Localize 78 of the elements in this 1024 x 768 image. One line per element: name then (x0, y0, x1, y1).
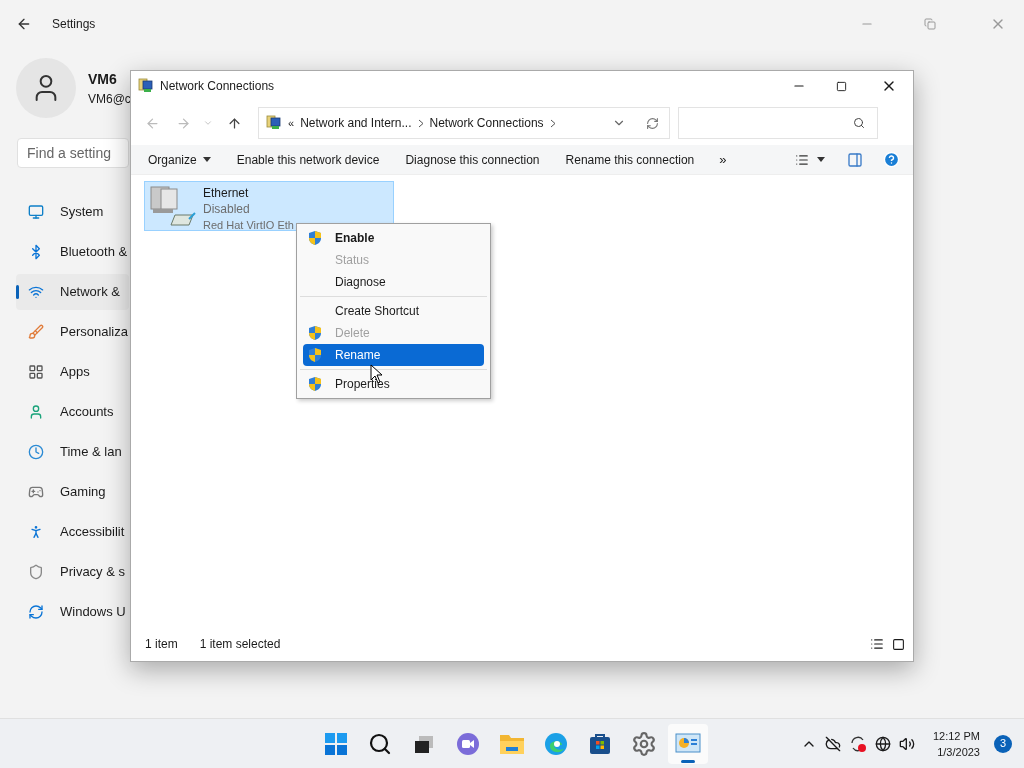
sync-error-icon[interactable] (848, 734, 867, 753)
uac-shield-icon (307, 347, 323, 363)
up-icon[interactable] (227, 115, 242, 131)
wifi-icon (28, 284, 44, 300)
help-icon[interactable] (883, 151, 900, 168)
nav-item[interactable]: Bluetooth & (16, 234, 129, 270)
nav-item[interactable]: Apps (16, 354, 129, 390)
network-connections-icon[interactable] (675, 732, 701, 755)
menu-item[interactable]: Properties (303, 373, 484, 395)
command-button[interactable]: Rename this connection (554, 145, 706, 174)
search-field[interactable] (678, 107, 878, 139)
address-bar[interactable]: « Network and Intern... Network Connections (258, 107, 670, 139)
nav-item[interactable]: Gaming (16, 474, 129, 510)
notification-badge[interactable]: 3 (994, 734, 1012, 753)
back-icon[interactable] (16, 16, 32, 32)
window-title: Network Connections (160, 78, 275, 95)
monitor-icon (28, 204, 44, 220)
nav-item[interactable]: System (16, 194, 129, 230)
store-icon[interactable] (588, 731, 612, 756)
update-icon (28, 604, 44, 620)
settings-icon[interactable] (631, 730, 657, 757)
chat-icon[interactable] (456, 731, 480, 756)
command-button[interactable]: Enable this network device (225, 145, 391, 174)
user-name: VM6 (88, 69, 118, 89)
more-commands-button[interactable]: » (709, 145, 737, 174)
nav-item[interactable]: Network & (16, 274, 129, 310)
refresh-icon[interactable] (646, 116, 659, 130)
cloud-off-icon[interactable] (824, 735, 841, 752)
network-adapter-icon (149, 185, 197, 229)
connection-status: Disabled (203, 201, 251, 217)
uac-shield-icon (307, 325, 323, 341)
search-field[interactable]: Find a setting (17, 138, 129, 168)
brush-icon (28, 324, 44, 340)
chevron-icon[interactable] (417, 118, 424, 128)
window-icon (138, 78, 154, 94)
start-icon[interactable] (324, 731, 348, 756)
nav-item[interactable]: Windows U (16, 594, 129, 630)
nav-item[interactable]: Time & lan (16, 434, 129, 470)
nav-item[interactable]: Personaliza (16, 314, 129, 350)
browser-icon[interactable] (544, 731, 568, 756)
person-icon (28, 404, 44, 420)
breadcrumb[interactable]: Network Connections (429, 114, 544, 132)
status-text: 1 item selected (199, 636, 281, 653)
search-icon[interactable] (368, 731, 392, 756)
user-email: VM6@c (88, 90, 131, 108)
view-options-icon[interactable] (795, 152, 809, 167)
window-title: Settings (52, 16, 96, 33)
command-button[interactable]: Diagnose this connection (394, 145, 551, 174)
clock-icon (28, 444, 44, 460)
globe-icon[interactable] (874, 735, 891, 752)
shield-icon (28, 564, 44, 580)
preview-pane-icon[interactable] (847, 151, 863, 168)
uac-shield-icon (307, 230, 323, 246)
maximize-icon[interactable] (836, 80, 847, 92)
breadcrumb[interactable]: Network and Intern... (300, 114, 412, 132)
nav-item[interactable]: Accessibilit (16, 514, 129, 550)
details-view-icon[interactable] (870, 637, 884, 651)
command-button[interactable]: Organize (137, 145, 222, 174)
nav-item[interactable]: Privacy & s (16, 554, 129, 590)
menu-item[interactable]: Create Shortcut (303, 300, 484, 322)
nav-item[interactable]: Accounts (16, 394, 129, 430)
chevron-icon[interactable] (549, 118, 556, 128)
search-icon (853, 117, 865, 129)
status-text: 1 item (145, 636, 178, 653)
caret-icon[interactable] (817, 157, 825, 162)
uac-shield-icon (307, 376, 323, 392)
menu-item[interactable]: Rename (303, 344, 484, 366)
connection-item[interactable]: Ethernet Disabled Red Hat VirtIO Eth (144, 181, 394, 231)
apps-icon (28, 364, 44, 380)
connection-device: Red Hat VirtIO Eth (203, 218, 294, 233)
address-icon (266, 115, 282, 131)
gamepad-icon (28, 484, 44, 500)
volume-icon[interactable] (898, 735, 915, 752)
accessibility-icon (28, 524, 44, 540)
connection-name: Ethernet (203, 185, 250, 201)
menu-item[interactable]: Diagnose (303, 271, 484, 293)
clock[interactable]: 12:12 PM 1/3/2023 (932, 727, 980, 760)
tiles-view-icon[interactable] (892, 637, 905, 651)
